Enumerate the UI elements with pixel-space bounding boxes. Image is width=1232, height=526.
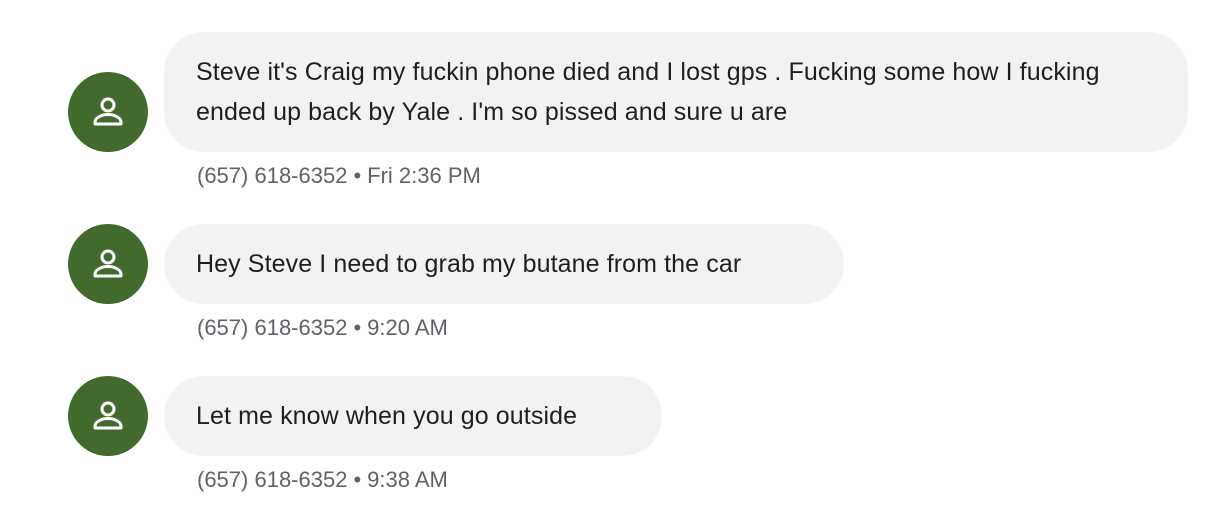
person-icon — [93, 97, 123, 126]
message-meta: (657) 618-6352 • 9:20 AM — [197, 314, 448, 342]
sender-number: (657) 618-6352 — [197, 315, 348, 340]
message-bubble[interactable]: Let me know when you go outside — [164, 376, 662, 456]
person-icon — [93, 249, 123, 278]
meta-separator: • — [353, 163, 362, 188]
message-meta: (657) 618-6352 • Fri 2:36 PM — [197, 162, 481, 190]
meta-separator: • — [353, 467, 362, 492]
avatar[interactable] — [68, 224, 148, 304]
message-text: Let me know when you go outside — [196, 402, 578, 430]
meta-separator: • — [353, 315, 362, 340]
avatar[interactable] — [68, 72, 148, 152]
message-text: Hey Steve I need to grab my butane from … — [196, 250, 742, 278]
avatar[interactable] — [68, 376, 148, 456]
message-timestamp: Fri 2:36 PM — [367, 163, 481, 188]
person-icon — [93, 401, 123, 430]
message-text: Steve it's Craig my fuckin phone died an… — [196, 58, 1100, 126]
message-bubble[interactable]: Hey Steve I need to grab my butane from … — [164, 224, 844, 304]
sender-number: (657) 618-6352 — [197, 163, 348, 188]
message-timestamp: 9:38 AM — [367, 467, 448, 492]
message-meta: (657) 618-6352 • 9:38 AM — [197, 466, 448, 494]
message-bubble[interactable]: Steve it's Craig my fuckin phone died an… — [164, 32, 1188, 152]
sender-number: (657) 618-6352 — [197, 467, 348, 492]
message-timestamp: 9:20 AM — [367, 315, 448, 340]
